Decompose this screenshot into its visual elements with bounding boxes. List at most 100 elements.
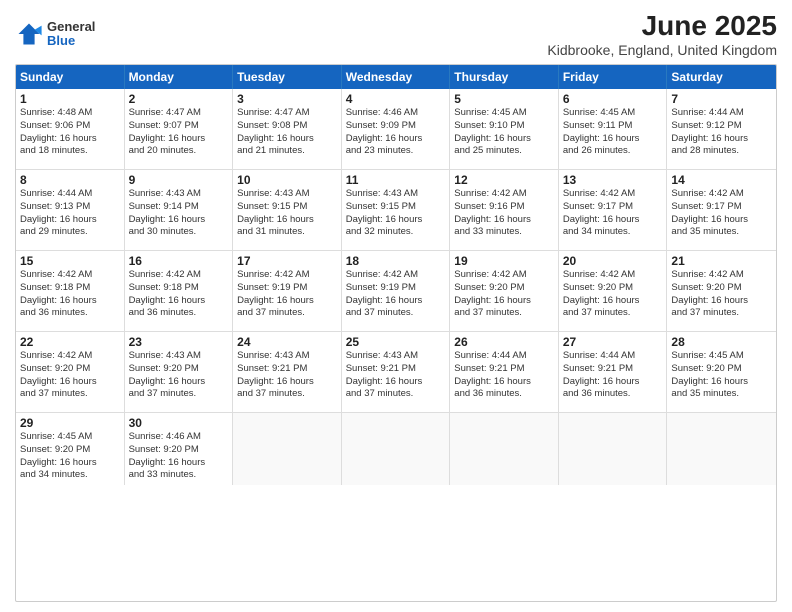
calendar-cell [342, 413, 451, 485]
header: General Blue June 2025 Kidbrooke, Englan… [15, 10, 777, 58]
logo-blue: Blue [47, 34, 95, 48]
header-cell-tuesday: Tuesday [233, 65, 342, 89]
day-info: Sunrise: 4:42 AM Sunset: 9:20 PM Dayligh… [563, 269, 663, 320]
calendar-row-3: 15Sunrise: 4:42 AM Sunset: 9:18 PM Dayli… [16, 251, 776, 332]
calendar: SundayMondayTuesdayWednesdayThursdayFrid… [15, 64, 777, 602]
header-cell-wednesday: Wednesday [342, 65, 451, 89]
day-info: Sunrise: 4:42 AM Sunset: 9:17 PM Dayligh… [671, 188, 772, 239]
day-info: Sunrise: 4:43 AM Sunset: 9:21 PM Dayligh… [237, 350, 337, 401]
day-info: Sunrise: 4:46 AM Sunset: 9:20 PM Dayligh… [129, 431, 229, 482]
calendar-cell: 25Sunrise: 4:43 AM Sunset: 9:21 PM Dayli… [342, 332, 451, 412]
day-info: Sunrise: 4:42 AM Sunset: 9:20 PM Dayligh… [454, 269, 554, 320]
calendar-cell [667, 413, 776, 485]
day-number: 15 [20, 254, 120, 268]
day-number: 30 [129, 416, 229, 430]
calendar-cell: 1Sunrise: 4:48 AM Sunset: 9:06 PM Daylig… [16, 89, 125, 169]
day-info: Sunrise: 4:42 AM Sunset: 9:18 PM Dayligh… [129, 269, 229, 320]
calendar-cell: 2Sunrise: 4:47 AM Sunset: 9:07 PM Daylig… [125, 89, 234, 169]
day-number: 9 [129, 173, 229, 187]
day-info: Sunrise: 4:42 AM Sunset: 9:16 PM Dayligh… [454, 188, 554, 239]
calendar-cell: 23Sunrise: 4:43 AM Sunset: 9:20 PM Dayli… [125, 332, 234, 412]
day-info: Sunrise: 4:46 AM Sunset: 9:09 PM Dayligh… [346, 107, 446, 158]
day-number: 13 [563, 173, 663, 187]
calendar-cell: 17Sunrise: 4:42 AM Sunset: 9:19 PM Dayli… [233, 251, 342, 331]
day-info: Sunrise: 4:45 AM Sunset: 9:11 PM Dayligh… [563, 107, 663, 158]
day-info: Sunrise: 4:43 AM Sunset: 9:14 PM Dayligh… [129, 188, 229, 239]
header-cell-saturday: Saturday [667, 65, 776, 89]
header-cell-sunday: Sunday [16, 65, 125, 89]
calendar-cell: 5Sunrise: 4:45 AM Sunset: 9:10 PM Daylig… [450, 89, 559, 169]
day-info: Sunrise: 4:47 AM Sunset: 9:07 PM Dayligh… [129, 107, 229, 158]
calendar-body: 1Sunrise: 4:48 AM Sunset: 9:06 PM Daylig… [16, 89, 776, 485]
day-number: 20 [563, 254, 663, 268]
calendar-cell: 19Sunrise: 4:42 AM Sunset: 9:20 PM Dayli… [450, 251, 559, 331]
calendar-cell: 27Sunrise: 4:44 AM Sunset: 9:21 PM Dayli… [559, 332, 668, 412]
day-number: 4 [346, 92, 446, 106]
day-number: 25 [346, 335, 446, 349]
day-number: 6 [563, 92, 663, 106]
day-info: Sunrise: 4:43 AM Sunset: 9:21 PM Dayligh… [346, 350, 446, 401]
day-number: 16 [129, 254, 229, 268]
calendar-cell: 20Sunrise: 4:42 AM Sunset: 9:20 PM Dayli… [559, 251, 668, 331]
day-number: 27 [563, 335, 663, 349]
day-number: 22 [20, 335, 120, 349]
calendar-cell: 18Sunrise: 4:42 AM Sunset: 9:19 PM Dayli… [342, 251, 451, 331]
page: General Blue June 2025 Kidbrooke, Englan… [0, 0, 792, 612]
calendar-cell: 10Sunrise: 4:43 AM Sunset: 9:15 PM Dayli… [233, 170, 342, 250]
day-info: Sunrise: 4:44 AM Sunset: 9:21 PM Dayligh… [563, 350, 663, 401]
calendar-cell: 13Sunrise: 4:42 AM Sunset: 9:17 PM Dayli… [559, 170, 668, 250]
logo: General Blue [15, 20, 95, 49]
calendar-cell: 21Sunrise: 4:42 AM Sunset: 9:20 PM Dayli… [667, 251, 776, 331]
day-number: 14 [671, 173, 772, 187]
calendar-cell: 22Sunrise: 4:42 AM Sunset: 9:20 PM Dayli… [16, 332, 125, 412]
calendar-row-5: 29Sunrise: 4:45 AM Sunset: 9:20 PM Dayli… [16, 413, 776, 485]
day-number: 18 [346, 254, 446, 268]
header-cell-friday: Friday [559, 65, 668, 89]
calendar-cell: 6Sunrise: 4:45 AM Sunset: 9:11 PM Daylig… [559, 89, 668, 169]
day-number: 8 [20, 173, 120, 187]
calendar-cell: 9Sunrise: 4:43 AM Sunset: 9:14 PM Daylig… [125, 170, 234, 250]
calendar-cell: 28Sunrise: 4:45 AM Sunset: 9:20 PM Dayli… [667, 332, 776, 412]
day-info: Sunrise: 4:42 AM Sunset: 9:19 PM Dayligh… [237, 269, 337, 320]
day-info: Sunrise: 4:45 AM Sunset: 9:20 PM Dayligh… [671, 350, 772, 401]
calendar-cell: 15Sunrise: 4:42 AM Sunset: 9:18 PM Dayli… [16, 251, 125, 331]
calendar-cell [450, 413, 559, 485]
day-info: Sunrise: 4:45 AM Sunset: 9:10 PM Dayligh… [454, 107, 554, 158]
calendar-cell [233, 413, 342, 485]
day-info: Sunrise: 4:42 AM Sunset: 9:20 PM Dayligh… [671, 269, 772, 320]
day-number: 1 [20, 92, 120, 106]
day-number: 19 [454, 254, 554, 268]
day-number: 10 [237, 173, 337, 187]
day-info: Sunrise: 4:43 AM Sunset: 9:15 PM Dayligh… [237, 188, 337, 239]
calendar-cell: 7Sunrise: 4:44 AM Sunset: 9:12 PM Daylig… [667, 89, 776, 169]
location: Kidbrooke, England, United Kingdom [547, 42, 777, 58]
day-number: 28 [671, 335, 772, 349]
logo-text: General Blue [47, 20, 95, 49]
day-number: 17 [237, 254, 337, 268]
calendar-cell: 4Sunrise: 4:46 AM Sunset: 9:09 PM Daylig… [342, 89, 451, 169]
calendar-cell: 24Sunrise: 4:43 AM Sunset: 9:21 PM Dayli… [233, 332, 342, 412]
logo-icon [15, 20, 43, 48]
day-info: Sunrise: 4:42 AM Sunset: 9:20 PM Dayligh… [20, 350, 120, 401]
calendar-header: SundayMondayTuesdayWednesdayThursdayFrid… [16, 65, 776, 89]
day-info: Sunrise: 4:43 AM Sunset: 9:15 PM Dayligh… [346, 188, 446, 239]
calendar-cell: 11Sunrise: 4:43 AM Sunset: 9:15 PM Dayli… [342, 170, 451, 250]
calendar-cell: 3Sunrise: 4:47 AM Sunset: 9:08 PM Daylig… [233, 89, 342, 169]
day-info: Sunrise: 4:42 AM Sunset: 9:17 PM Dayligh… [563, 188, 663, 239]
day-info: Sunrise: 4:44 AM Sunset: 9:21 PM Dayligh… [454, 350, 554, 401]
header-cell-thursday: Thursday [450, 65, 559, 89]
calendar-cell: 30Sunrise: 4:46 AM Sunset: 9:20 PM Dayli… [125, 413, 234, 485]
header-cell-monday: Monday [125, 65, 234, 89]
day-info: Sunrise: 4:45 AM Sunset: 9:20 PM Dayligh… [20, 431, 120, 482]
day-number: 12 [454, 173, 554, 187]
day-number: 29 [20, 416, 120, 430]
day-number: 3 [237, 92, 337, 106]
calendar-row-2: 8Sunrise: 4:44 AM Sunset: 9:13 PM Daylig… [16, 170, 776, 251]
day-number: 5 [454, 92, 554, 106]
day-number: 24 [237, 335, 337, 349]
day-info: Sunrise: 4:42 AM Sunset: 9:18 PM Dayligh… [20, 269, 120, 320]
title-block: June 2025 Kidbrooke, England, United Kin… [547, 10, 777, 58]
day-info: Sunrise: 4:42 AM Sunset: 9:19 PM Dayligh… [346, 269, 446, 320]
day-number: 23 [129, 335, 229, 349]
calendar-cell: 12Sunrise: 4:42 AM Sunset: 9:16 PM Dayli… [450, 170, 559, 250]
